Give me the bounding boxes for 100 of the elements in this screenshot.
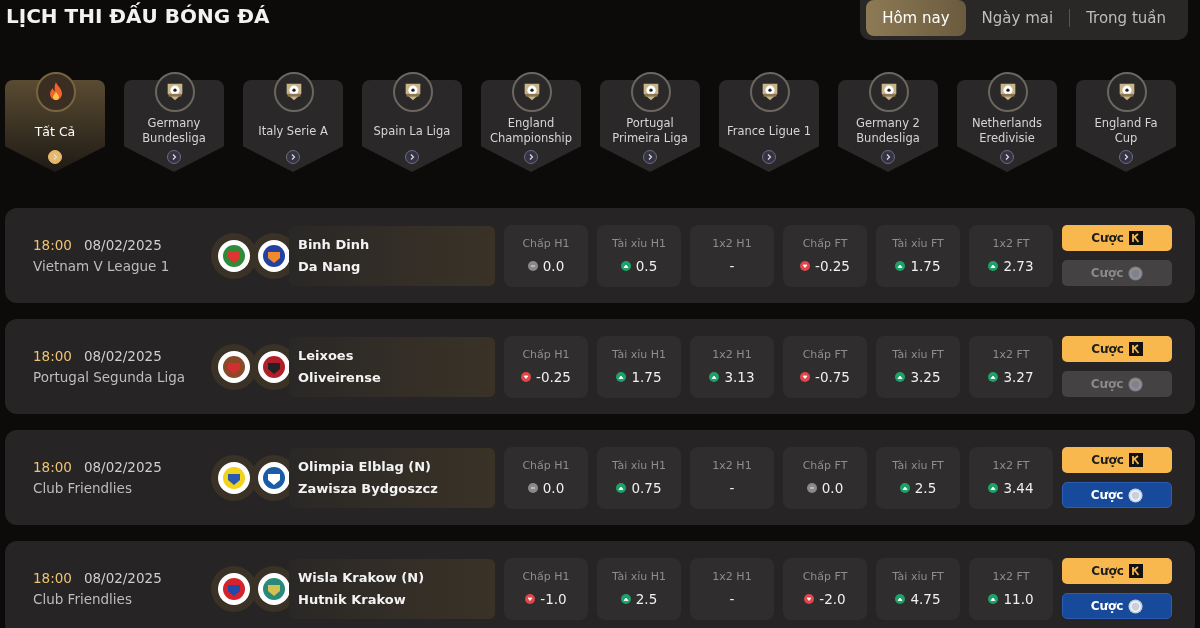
bet-button[interactable]: Cược: [1062, 482, 1172, 508]
odds-value: 3.44: [1003, 480, 1034, 496]
match-time: 18:00: [33, 237, 72, 253]
odds-label: Tài xỉu FT: [892, 570, 944, 583]
team-name: Binh Dinh: [298, 237, 371, 252]
date-tab[interactable]: Ngày mai: [965, 0, 1070, 36]
odds-cell[interactable]: Chấp FT -0.25: [783, 224, 867, 287]
odds-value: -: [729, 591, 735, 607]
odds-value: 0.5: [635, 258, 658, 274]
chevron-right-icon: [167, 150, 181, 164]
odds-cell[interactable]: Tài xỉu H1 0.75: [597, 446, 681, 509]
trend-up-icon: [988, 594, 999, 604]
odds-cell[interactable]: Tài xỉu H1 1.75: [597, 335, 681, 398]
chevron-right-icon: [48, 150, 62, 164]
odds-cell[interactable]: Chấp FT -0.75: [783, 335, 867, 398]
league-name: Portugal Segunda Liga: [33, 369, 186, 385]
odds-value: 2.5: [635, 591, 658, 607]
chevron-right-icon: [881, 150, 895, 164]
odds-label: 1x2 FT: [992, 570, 1030, 583]
k-logo-icon: [1128, 231, 1143, 245]
odds-cell[interactable]: Chấp FT -2.0: [783, 557, 867, 620]
trend-up-icon: [895, 261, 906, 271]
odds-cell[interactable]: Chấp H1 -0.25: [504, 335, 588, 398]
odds-cell[interactable]: Tài xỉu H1 2.5: [597, 557, 681, 620]
coin-icon: [1128, 487, 1144, 503]
league-name: Portugal Primeira Liga: [611, 115, 689, 147]
team-name: Wisla Krakow (N): [298, 570, 426, 585]
odds-cell[interactable]: Chấp FT 0.0: [783, 446, 867, 509]
date-tab[interactable]: Trong tuần: [1070, 0, 1182, 36]
team-logo-icon: [258, 461, 290, 494]
match-date: 08/02/2025: [83, 348, 162, 364]
team-logo-icon: [258, 350, 290, 383]
chevron-right-icon: [405, 150, 419, 164]
league-name: Vietnam V League 1: [33, 258, 171, 274]
odds-label: Chấp H1: [522, 459, 570, 472]
team-logo-icon: [218, 572, 250, 605]
odds-value: 0.75: [631, 480, 662, 496]
odds-cell[interactable]: Chấp H1 -1.0: [504, 557, 588, 620]
odds-value: 0.0: [542, 480, 565, 496]
chevron-right-icon: [524, 150, 538, 164]
team-name: Hutnik Krakow: [298, 592, 407, 607]
trend-up-icon: [620, 594, 631, 604]
match-time: 18:00: [33, 570, 72, 586]
odds-cell[interactable]: Chấp H1 0.0: [504, 446, 588, 509]
chevron-right-icon: [643, 150, 657, 164]
odds-label: 1x2 FT: [992, 348, 1030, 361]
team-logo-icon: [218, 350, 250, 383]
bet-button[interactable]: Cược: [1062, 225, 1172, 251]
odds-cell[interactable]: 1x2 H1 -: [690, 446, 774, 509]
league-name: Germany Bundesliga: [141, 115, 207, 147]
k-logo-icon: [1128, 564, 1143, 578]
odds-cell[interactable]: 1x2 FT 3.44: [969, 446, 1053, 509]
odds-label: Chấp H1: [522, 348, 570, 361]
league-name: Spain La Liga: [372, 122, 452, 140]
odds-value: -0.25: [536, 369, 571, 385]
trend-up-icon: [616, 483, 627, 493]
k-logo-icon: [1128, 342, 1143, 356]
team-name: Olimpia Elblag (N): [298, 459, 433, 474]
odds-cell[interactable]: 1x2 H1 3.13: [690, 335, 774, 398]
league-name: Club Friendlies: [33, 591, 133, 607]
odds-cell[interactable]: 1x2 FT 2.73: [969, 224, 1053, 287]
team-logo-icon: [258, 572, 290, 605]
odds-cell[interactable]: Chấp H1 0.0: [504, 224, 588, 287]
bet-button[interactable]: Cược: [1062, 593, 1172, 619]
odds-cell[interactable]: 1x2 FT 11.0: [969, 557, 1053, 620]
bet-button[interactable]: Cược: [1062, 558, 1172, 584]
odds-label: Chấp FT: [802, 459, 848, 472]
odds-value: -0.25: [815, 258, 850, 274]
trend-up-icon: [988, 261, 999, 271]
match-date: 08/02/2025: [83, 570, 162, 586]
trend-up-icon: [620, 261, 631, 271]
trend-up-icon: [709, 372, 720, 382]
odds-value: -: [729, 480, 735, 496]
odds-label: Tài xỉu H1: [611, 570, 666, 583]
odds-cell[interactable]: Tài xỉu FT 4.75: [876, 557, 960, 620]
odds-value: 11.0: [1003, 591, 1034, 607]
chevron-right-icon: [1000, 150, 1014, 164]
odds-cell[interactable]: Tài xỉu FT 3.25: [876, 335, 960, 398]
date-tab[interactable]: Hôm nay: [866, 0, 966, 36]
team-name: Da Nang: [298, 259, 362, 274]
odds-cell[interactable]: Tài xỉu FT 1.75: [876, 224, 960, 287]
league-name: England Fa Cup: [1093, 115, 1159, 147]
odds-value: 0.0: [821, 480, 844, 496]
odds-value: 2.5: [914, 480, 937, 496]
team-name: Zawisza Bydgoszcz: [298, 481, 439, 496]
odds-cell[interactable]: 1x2 H1 -: [690, 224, 774, 287]
trend-up-icon: [988, 372, 999, 382]
odds-cell[interactable]: 1x2 FT 3.27: [969, 335, 1053, 398]
team-logo-icon: [258, 239, 290, 272]
odds-cell[interactable]: 1x2 H1 -: [690, 557, 774, 620]
odds-label: Tài xỉu FT: [892, 348, 944, 361]
league-name: Netherlands Eredivisie: [970, 115, 1044, 147]
odds-value: 1.75: [631, 369, 662, 385]
bet-button[interactable]: Cược: [1062, 336, 1172, 362]
odds-label: 1x2 FT: [992, 459, 1030, 472]
odds-cell[interactable]: Tài xỉu FT 2.5: [876, 446, 960, 509]
odds-value: -2.0: [819, 591, 846, 607]
chevron-right-icon: [762, 150, 776, 164]
odds-cell[interactable]: Tài xỉu H1 0.5: [597, 224, 681, 287]
bet-button[interactable]: Cược: [1062, 447, 1172, 473]
